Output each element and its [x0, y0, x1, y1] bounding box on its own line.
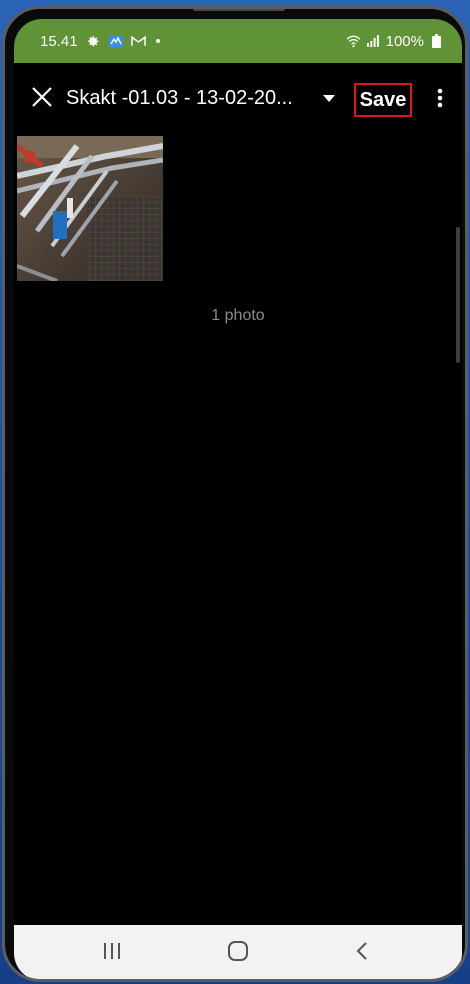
battery-level: 100% [385, 32, 424, 50]
signal-icon [366, 34, 381, 49]
photo-thumbnail-image [17, 136, 163, 281]
album-title[interactable]: Skakt -01.03 - 13-02-20... [66, 87, 316, 113]
notification-dot-icon [155, 39, 160, 43]
status-left: 15.41 [40, 19, 160, 63]
battery-icon [429, 34, 444, 49]
album-dropdown-button[interactable] [316, 85, 342, 113]
home-button[interactable] [210, 933, 266, 973]
settings-icon [86, 34, 101, 49]
navigation-bar [14, 925, 462, 979]
wifi-icon [346, 34, 361, 49]
status-right: 100% [346, 19, 444, 63]
gmail-icon [130, 34, 146, 49]
more-options-button[interactable] [426, 85, 454, 115]
more-vertical-icon [437, 88, 443, 113]
recent-apps-icon [102, 942, 122, 965]
back-icon [356, 941, 368, 966]
app-badge-icon [108, 34, 123, 48]
status-time: 15.41 [40, 32, 78, 50]
phone-frame: 15.41 100% Skakt -01.03 - 13-02-20... Sa… [2, 6, 468, 982]
close-button[interactable] [20, 77, 64, 121]
back-button[interactable] [334, 933, 390, 973]
photo-thumbnail[interactable] [17, 136, 163, 281]
save-button[interactable]: Save [354, 83, 412, 117]
top-toolbar: Skakt -01.03 - 13-02-20... Save [14, 63, 462, 135]
photo-count-label: 1 photo [211, 307, 265, 324]
scrollbar-handle[interactable] [456, 227, 460, 363]
status-bar: 15.41 100% [14, 19, 462, 63]
phone-screen: 15.41 100% Skakt -01.03 - 13-02-20... Sa… [14, 19, 462, 979]
caret-down-icon [323, 90, 335, 108]
phone-notch [193, 9, 285, 11]
home-icon [227, 940, 249, 967]
recent-apps-button[interactable] [84, 933, 140, 973]
close-icon [31, 86, 53, 113]
